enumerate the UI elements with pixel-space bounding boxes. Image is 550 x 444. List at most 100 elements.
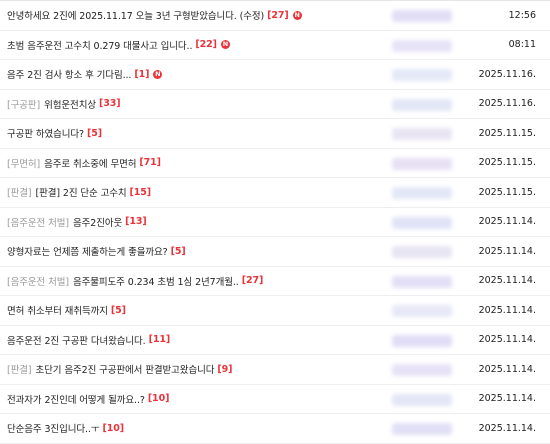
article-date: 2025.11.16. — [478, 68, 536, 80]
comment-count[interactable]: [33] — [99, 98, 121, 109]
article-row[interactable]: 양형자료는 언제쯤 제출하는게 좋을까요? [5] 2025.11.14. — [0, 237, 550, 267]
article-row[interactable]: [구공판] 위험운전치상 [33] 2025.11.16. — [0, 90, 550, 119]
article-title-cell: 전과자가 2진인데 어떻게 될까요..? [10] — [7, 385, 377, 414]
comment-count[interactable]: [15] — [130, 187, 152, 198]
article-title-link[interactable]: 음주 2진 검사 항소 후 기다림... — [7, 67, 131, 81]
article-title-cell: [판결] [판결] 2진 단순 고수치 [15] — [7, 178, 377, 207]
author-name-blurred[interactable] — [392, 10, 452, 22]
author-name-blurred[interactable] — [392, 69, 452, 81]
comment-count[interactable]: [5] — [111, 305, 126, 316]
author-name-blurred[interactable] — [392, 98, 452, 111]
article-date: 2025.11.14. — [478, 216, 536, 228]
article-title-link[interactable]: 양형자료는 언제쯤 제출하는게 좋을까요? — [7, 244, 168, 258]
article-title-link[interactable]: 음주로 취소중에 무면허 — [44, 156, 136, 170]
author-name-blurred[interactable] — [392, 157, 452, 170]
article-date: 2025.11.15. — [478, 186, 536, 198]
article-title-link[interactable]: 위험운전치상 — [44, 97, 96, 111]
article-date: 12:56 — [508, 9, 536, 21]
comment-count[interactable]: [27] — [267, 10, 289, 21]
article-title-link[interactable]: 초단기 음주2진 구공판에서 판결받고왔습니다 — [36, 362, 215, 376]
article-date: 2025.11.14. — [478, 363, 536, 375]
comment-count[interactable]: [9] — [217, 364, 232, 375]
article-title-cell: 구공판 하였습니다? [5] — [7, 119, 377, 148]
article-title-link[interactable]: 음주물피도주 0.234 초범 1심 2년7개월.. — [73, 274, 239, 288]
article-title-link[interactable]: [판결] 2진 단순 고수치 — [36, 185, 127, 199]
article-row[interactable]: 음주운전 2진 구공판 다녀왔습니다. [11] 2025.11.14. — [0, 326, 550, 355]
comment-count[interactable]: [10] — [102, 423, 124, 434]
author-name-blurred[interactable] — [392, 246, 452, 258]
article-category-prefix: [구공판] — [7, 99, 41, 111]
author-name-blurred[interactable] — [392, 364, 452, 376]
article-row[interactable]: 전과자가 2진인데 어떻게 될까요..? [10] 2025.11.14. — [0, 385, 550, 414]
article-row[interactable]: [음주운전 처벌] 음주2진아웃 [13] 2025.11.14. — [0, 208, 550, 237]
article-date: 2025.11.14. — [478, 245, 536, 257]
article-title-cell: [구공판] 위험운전치상 [33] — [7, 90, 377, 119]
article-row[interactable]: [음주운전 처벌] 음주물피도주 0.234 초범 1심 2년7개월.. [27] 2… — [0, 267, 550, 296]
comment-count[interactable]: [22] — [195, 39, 217, 50]
article-category-prefix: [판결] — [7, 188, 32, 200]
article-row[interactable]: 면허 취소부터 재취득까지 [5] 2025.11.14. — [0, 296, 550, 326]
article-date: 2025.11.15. — [478, 157, 536, 169]
article-category-prefix: [음주운전 처벌] — [7, 276, 69, 288]
article-title-link[interactable]: 안녕하세요 2진에 2025.11.17 오늘 3년 구형받았습니다. (수정) — [7, 8, 264, 22]
article-title-link[interactable]: 음주운전 2진 구공판 다녀왔습니다. — [7, 333, 146, 347]
article-row[interactable]: [무면허] 음주로 취소중에 무면허 [71] 2025.11.15. — [0, 149, 550, 178]
article-row[interactable]: [판결] [판결] 2진 단순 고수치 [15] 2025.11.15. — [0, 178, 550, 208]
article-category-prefix: [무면허] — [7, 158, 41, 170]
article-title-cell: [음주운전 처벌] 음주물피도주 0.234 초범 1심 2년7개월.. [27] — [7, 267, 377, 296]
author-name-blurred[interactable] — [392, 275, 452, 288]
article-title-cell: 단순음주 3진입니다..ㅜ [10] — [7, 414, 377, 443]
comment-count[interactable]: [1] — [134, 69, 149, 80]
article-title-link[interactable]: 단순음주 3진입니다..ㅜ — [7, 421, 100, 435]
author-name-blurred[interactable] — [392, 216, 452, 229]
article-title-cell: [판결] 초단기 음주2진 구공판에서 판결받고왔습니다 [9] — [7, 355, 377, 384]
new-badge-icon: N — [220, 40, 230, 50]
article-row[interactable]: 안녕하세요 2진에 2025.11.17 오늘 3년 구형받았습니다. (수정)… — [0, 1, 550, 31]
article-category-prefix: [판결] — [7, 365, 32, 377]
author-name-blurred[interactable] — [392, 39, 452, 52]
article-date: 2025.11.14. — [478, 422, 536, 434]
article-title-cell: [음주운전 처벌] 음주2진아웃 [13] — [7, 208, 377, 237]
article-row[interactable]: 단순음주 3진입니다..ㅜ [10] 2025.11.14. — [0, 414, 550, 444]
article-row[interactable]: 구공판 하였습니다? [5] 2025.11.15. — [0, 119, 550, 149]
comment-count[interactable]: [5] — [87, 128, 102, 139]
article-title-cell: [무면허] 음주로 취소중에 무면허 [71] — [7, 149, 377, 178]
author-name-blurred[interactable] — [392, 393, 452, 406]
comment-count[interactable]: [11] — [149, 334, 171, 345]
article-title-link[interactable]: 면허 취소부터 재취득까지 — [7, 303, 108, 317]
article-title-cell: 초범 음주운전 고수치 0.279 대물사고 입니다.. [22] N — [7, 31, 377, 60]
new-badge-icon: N — [153, 69, 163, 79]
author-name-blurred[interactable] — [392, 187, 452, 199]
article-date: 2025.11.14. — [478, 304, 536, 316]
article-title-link[interactable]: 구공판 하였습니다? — [7, 126, 84, 140]
article-title-cell: 안녕하세요 2진에 2025.11.17 오늘 3년 구형받았습니다. (수정)… — [7, 1, 377, 30]
article-date: 2025.11.14. — [478, 334, 536, 346]
article-title-link[interactable]: 초범 음주운전 고수치 0.279 대물사고 입니다.. — [7, 38, 192, 52]
comment-count[interactable]: [71] — [139, 157, 161, 168]
comment-count[interactable]: [13] — [125, 216, 147, 227]
article-title-cell: 양형자료는 언제쯤 제출하는게 좋을까요? [5] — [7, 237, 377, 266]
author-name-blurred[interactable] — [392, 334, 452, 347]
article-title-link[interactable]: 전과자가 2진인데 어떻게 될까요..? — [7, 392, 145, 406]
article-title-cell: 음주 2진 검사 항소 후 기다림... [1] N — [7, 60, 377, 89]
article-date: 2025.11.14. — [478, 275, 536, 287]
article-date: 08:11 — [508, 39, 536, 51]
article-title-cell: 음주운전 2진 구공판 다녀왔습니다. [11] — [7, 326, 377, 355]
article-row[interactable]: 초범 음주운전 고수치 0.279 대물사고 입니다.. [22] N 08:11 — [0, 31, 550, 60]
article-title-cell: 면허 취소부터 재취득까지 [5] — [7, 296, 377, 325]
author-name-blurred[interactable] — [392, 128, 452, 140]
article-list: 안녕하세요 2진에 2025.11.17 오늘 3년 구형받았습니다. (수정)… — [0, 0, 550, 444]
new-badge-icon: N — [292, 10, 302, 20]
article-date: 2025.11.16. — [478, 98, 536, 110]
author-name-blurred[interactable] — [392, 423, 452, 435]
article-row[interactable]: 음주 2진 검사 항소 후 기다림... [1] N 2025.11.16. — [0, 60, 550, 90]
article-row[interactable]: [판결] 초단기 음주2진 구공판에서 판결받고왔습니다 [9] 2025.11.14… — [0, 355, 550, 385]
comment-count[interactable]: [5] — [171, 246, 186, 257]
article-title-link[interactable]: 음주2진아웃 — [73, 215, 122, 229]
article-date: 2025.11.15. — [478, 127, 536, 139]
comment-count[interactable]: [10] — [148, 393, 170, 404]
article-category-prefix: [음주운전 처벌] — [7, 217, 69, 229]
author-name-blurred[interactable] — [392, 305, 452, 317]
article-date: 2025.11.14. — [478, 393, 536, 405]
comment-count[interactable]: [27] — [242, 275, 264, 286]
